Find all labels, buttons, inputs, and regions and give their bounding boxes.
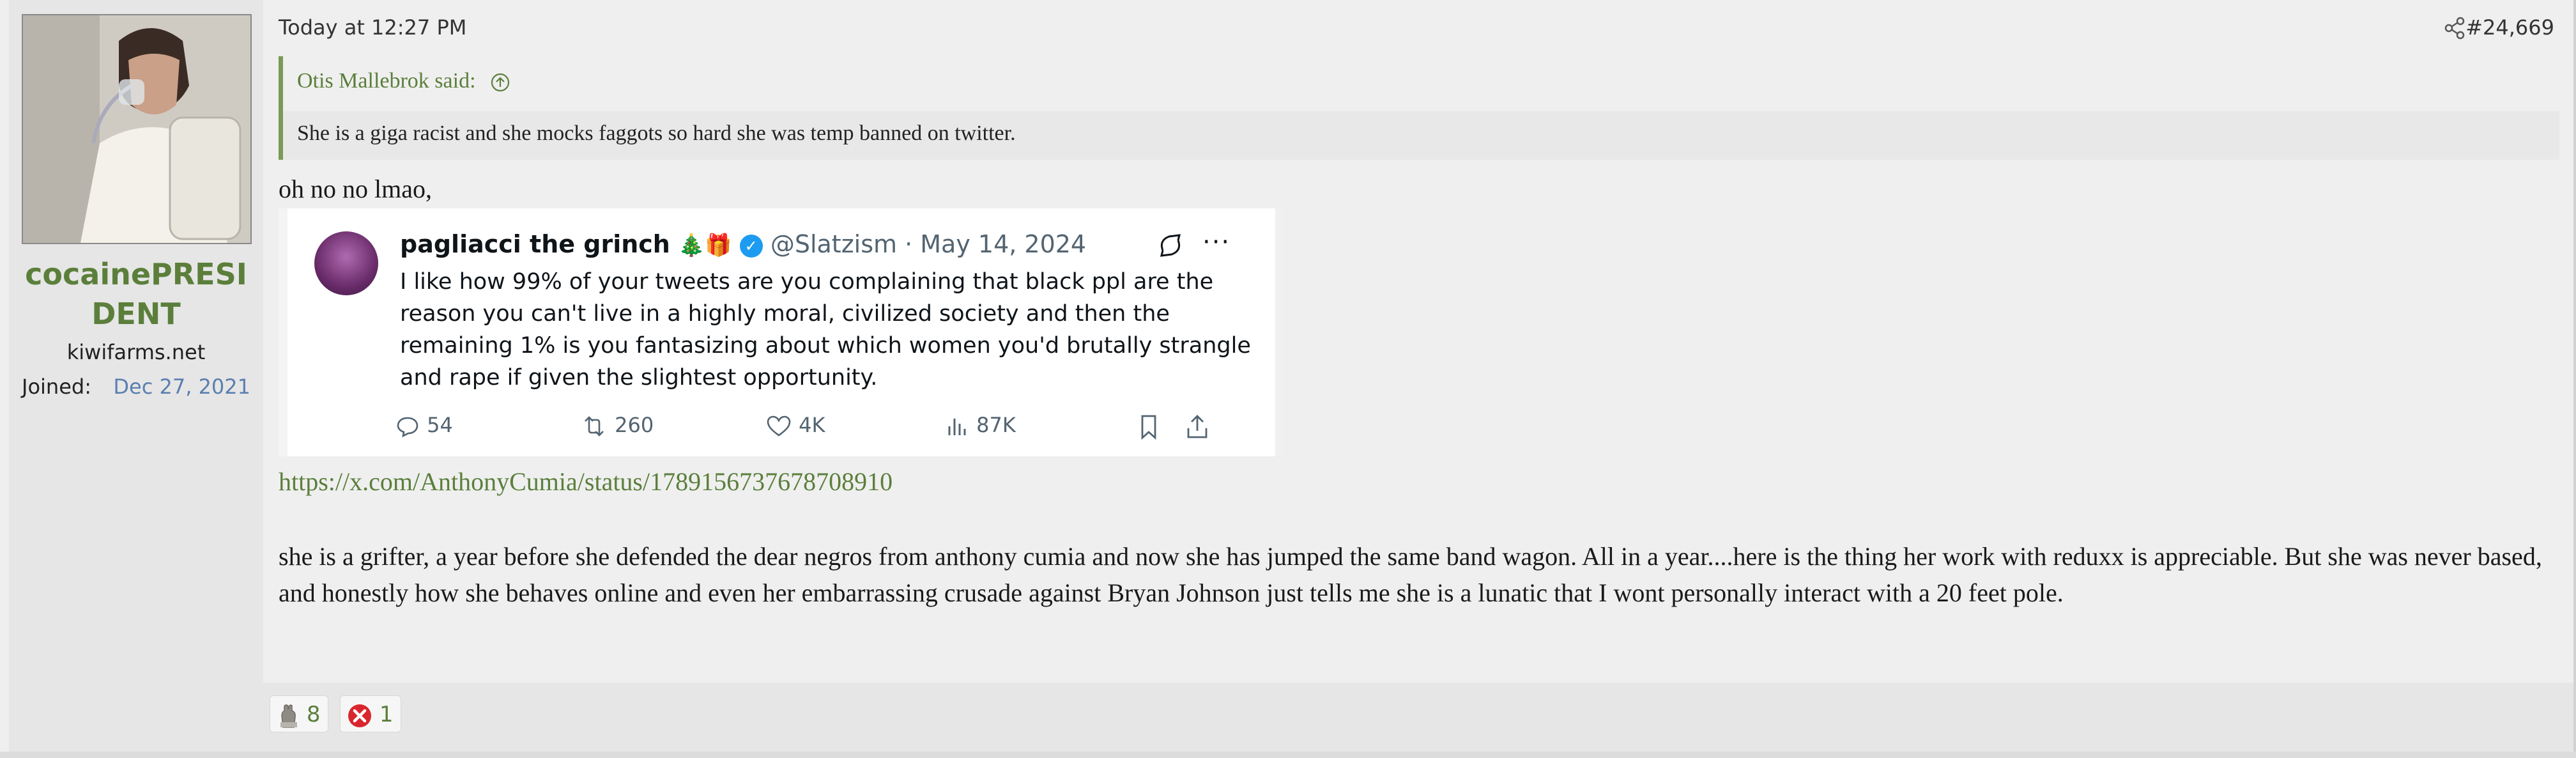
joined-date: Dec 27, 2021 — [113, 375, 250, 399]
views-icon — [948, 419, 966, 435]
tweet-replies: 54 — [395, 413, 453, 439]
retweet-icon — [585, 416, 604, 437]
reactions-bar: 8 1 — [263, 683, 2573, 752]
embedded-tweet-image[interactable]: pagliacci the grinch 🎄🎁 ✓ @Slatzism · Ma… — [279, 208, 1282, 456]
tweet-bookmark — [1136, 413, 1162, 441]
tweet-link[interactable]: https://x.com/AnthonyCumia/status/178915… — [279, 467, 893, 497]
user-avatar[interactable] — [22, 14, 252, 244]
joined-label: Joined: — [22, 375, 91, 399]
tweet-view-count: 87K — [976, 413, 1016, 437]
bookmark-icon — [1141, 415, 1156, 440]
message-body: she is a grifter, a year before she defe… — [279, 542, 2542, 607]
reaction-count: 8 — [306, 702, 321, 727]
tweet-likes: 4K — [765, 413, 825, 439]
tweet-handle-date: @Slatzism · May 14, 2024 — [770, 230, 1087, 258]
tweet-more-icon: ··· — [1202, 228, 1231, 257]
tweet-actions: 54 260 4K 87K — [395, 413, 1270, 445]
tweet-text: I like how 99% of your tweets are you co… — [400, 269, 1251, 391]
reaction-count: 1 — [379, 702, 394, 727]
upload-share-icon — [1187, 415, 1208, 438]
reaction-winner[interactable]: 8 — [270, 695, 329, 732]
post-number-link[interactable]: #24,669 — [2465, 15, 2554, 40]
quote-header: Otis Mallebrok said: — [283, 56, 2559, 111]
forum-post: cocainePRESIDENT kiwifarms.net Joined: D… — [0, 0, 2576, 752]
jump-to-quote-icon[interactable] — [490, 72, 510, 93]
reaction-hand-icon — [280, 704, 297, 728]
quote-block: Otis Mallebrok said: She is a giga racis… — [279, 56, 2559, 160]
tweet-header: pagliacci the grinch 🎄🎁 ✓ @Slatzism · Ma… — [400, 230, 1086, 258]
quote-author[interactable]: Otis Mallebrok said: — [297, 69, 476, 93]
tweet-author-name: pagliacci the grinch — [400, 230, 670, 258]
tweet-retweets: 260 — [580, 413, 654, 439]
avatar-image — [23, 15, 250, 243]
username[interactable]: cocainePRESIDENT — [9, 254, 263, 334]
like-icon — [767, 415, 791, 437]
share-icon[interactable] — [2442, 15, 2467, 41]
post-timestamp[interactable]: Today at 12:27 PM — [279, 15, 466, 40]
tweet-author-emoji: 🎄🎁 — [677, 233, 732, 258]
x-circle-icon — [348, 704, 371, 727]
reply-icon — [397, 417, 418, 438]
user-sidebar: cocainePRESIDENT kiwifarms.net Joined: D… — [9, 0, 263, 752]
post-main: Today at 12:27 PM #24,669 Otis Mallebrok… — [263, 0, 2573, 752]
quote-text: She is a giga racist and she mocks faggo… — [297, 121, 1016, 145]
message-intro: oh no no lmao, — [279, 174, 432, 203]
tweet-avatar — [314, 231, 378, 295]
tweet-share — [1184, 413, 1210, 441]
user-title: kiwifarms.net — [66, 340, 206, 364]
tweet-retweet-count: 260 — [615, 413, 654, 437]
reaction-dislike[interactable]: 1 — [340, 695, 402, 732]
verified-badge-icon: ✓ — [739, 234, 763, 258]
tweet-views: 87K — [944, 413, 1016, 439]
grok-icon — [1160, 234, 1181, 257]
tweet-reply-count: 54 — [427, 413, 453, 437]
tweet-like-count: 4K — [799, 413, 825, 437]
